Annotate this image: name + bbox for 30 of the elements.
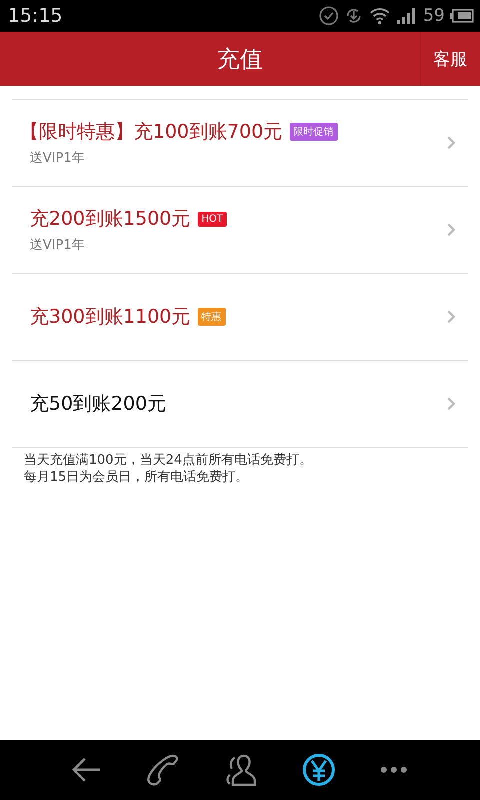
offer-title: 充50到账200元 [30,392,166,417]
wifi-icon [369,7,392,25]
contacts-icon[interactable] [224,753,258,787]
battery-icon [450,9,474,23]
offer-subtitle: 送VIP1年 [30,150,86,167]
note-text: 当天充值满100元，当天24点前所有电话免费打。 [24,452,314,469]
yen-icon[interactable] [302,753,336,787]
status-time: 15:15 [8,5,63,27]
page-title: 充值 [217,46,263,74]
chevron-icon [447,136,456,150]
chevron-icon [447,397,456,411]
offer-title: 【限时特惠】充100到账700元 [20,120,283,145]
offer-item[interactable]: 充300到账1100元 特惠 [12,274,468,361]
offer-title: 充200到账1500元 [30,207,191,232]
check-circle-icon [319,6,340,26]
offer-item[interactable]: 充50到账200元 [12,361,468,448]
chevron-icon [447,223,456,237]
chevron-icon [447,310,456,324]
battery-level: 59 [423,6,445,26]
offer-tag: 限时促销 [290,123,338,141]
note-text: 每月15日为会员日，所有电话免费打。 [24,469,250,486]
offer-item[interactable]: 【限时特惠】充100到账700元 限时促销 送VIP1年 [12,100,468,187]
offer-tag: HOT [198,212,228,226]
back-icon[interactable] [72,757,102,783]
offer-subtitle: 送VIP1年 [30,237,86,254]
phone-icon[interactable] [146,753,180,787]
offer-tag: 特惠 [198,308,226,326]
offer-item[interactable]: 充200到账1500元 HOT 送VIP1年 [12,187,468,274]
more-icon[interactable] [380,766,408,774]
offer-title: 充300到账1100元 [30,305,191,330]
